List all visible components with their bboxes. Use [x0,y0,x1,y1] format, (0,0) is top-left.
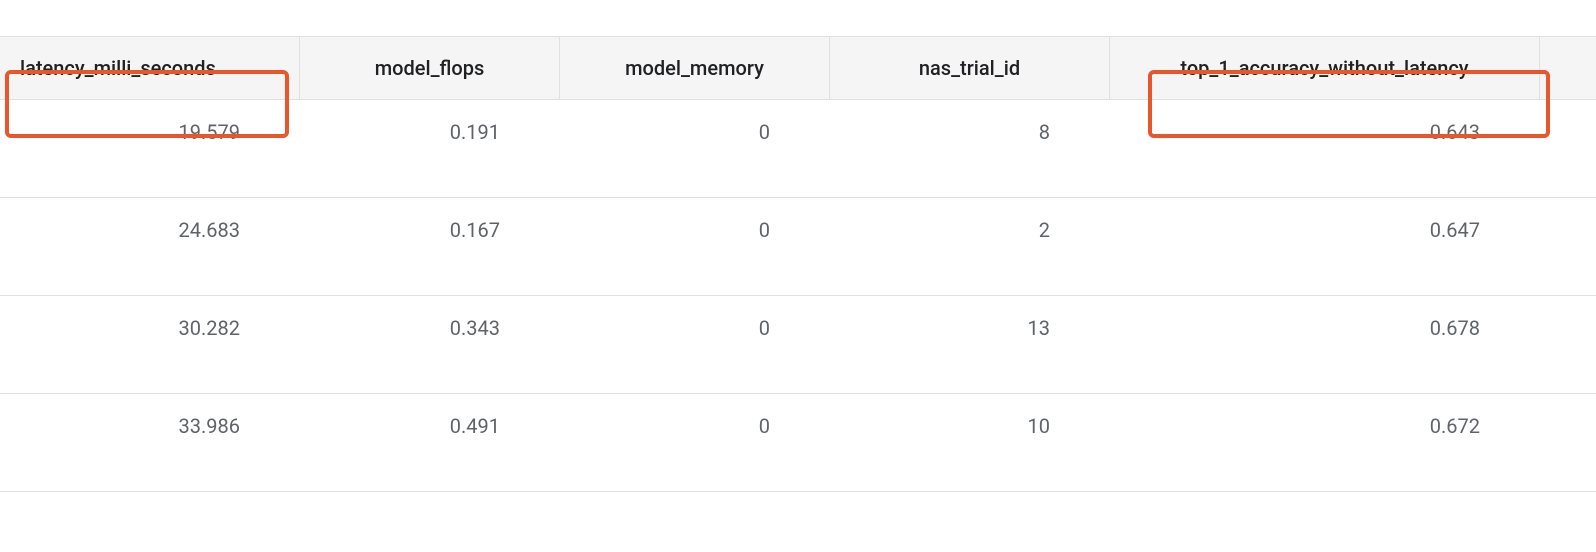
table-body: 19.579 0.191 0 8 0.643 24.683 0.167 0 2 … [0,100,1596,492]
cell-trial-id: 8 [830,100,1110,144]
cell-trial-id: 13 [830,296,1110,340]
cell-accuracy: 0.647 [1110,198,1540,242]
cell-trial-id: 10 [830,394,1110,438]
cell-accuracy: 0.643 [1110,100,1540,144]
cell-latency: 30.282 [0,296,300,340]
table-row: 19.579 0.191 0 8 0.643 [0,100,1596,198]
cell-memory: 0 [560,100,830,144]
cell-accuracy: 0.678 [1110,296,1540,340]
cell-flops: 0.167 [300,198,560,242]
column-header-label: nas_trial_id [919,56,1020,80]
table-row: 33.986 0.491 0 10 0.672 [0,394,1596,492]
table-row: 30.282 0.343 0 13 0.678 [0,296,1596,394]
column-header-label: model_flops [375,56,485,80]
cell-latency: 24.683 [0,198,300,242]
metrics-table: latency_milli_seconds model_flops model_… [0,36,1596,492]
column-header-trial-id[interactable]: nas_trial_id [830,37,1110,99]
column-header-label: latency_milli_seconds [20,56,216,80]
cell-flops: 0.191 [300,100,560,144]
column-header-label: top_1_accuracy_without_latency [1180,56,1468,80]
cell-accuracy: 0.672 [1110,394,1540,438]
cell-trial-id: 2 [830,198,1110,242]
cell-memory: 0 [560,296,830,340]
column-header-latency[interactable]: latency_milli_seconds [0,37,300,99]
column-header-memory[interactable]: model_memory [560,37,830,99]
column-header-flops[interactable]: model_flops [300,37,560,99]
cell-flops: 0.491 [300,394,560,438]
column-header-accuracy[interactable]: top_1_accuracy_without_latency [1110,37,1540,99]
cell-memory: 0 [560,198,830,242]
table-row: 24.683 0.167 0 2 0.647 [0,198,1596,296]
cell-flops: 0.343 [300,296,560,340]
table-header-row: latency_milli_seconds model_flops model_… [0,36,1596,100]
cell-latency: 33.986 [0,394,300,438]
column-header-label: model_memory [625,56,764,80]
cell-memory: 0 [560,394,830,438]
cell-latency: 19.579 [0,100,300,144]
